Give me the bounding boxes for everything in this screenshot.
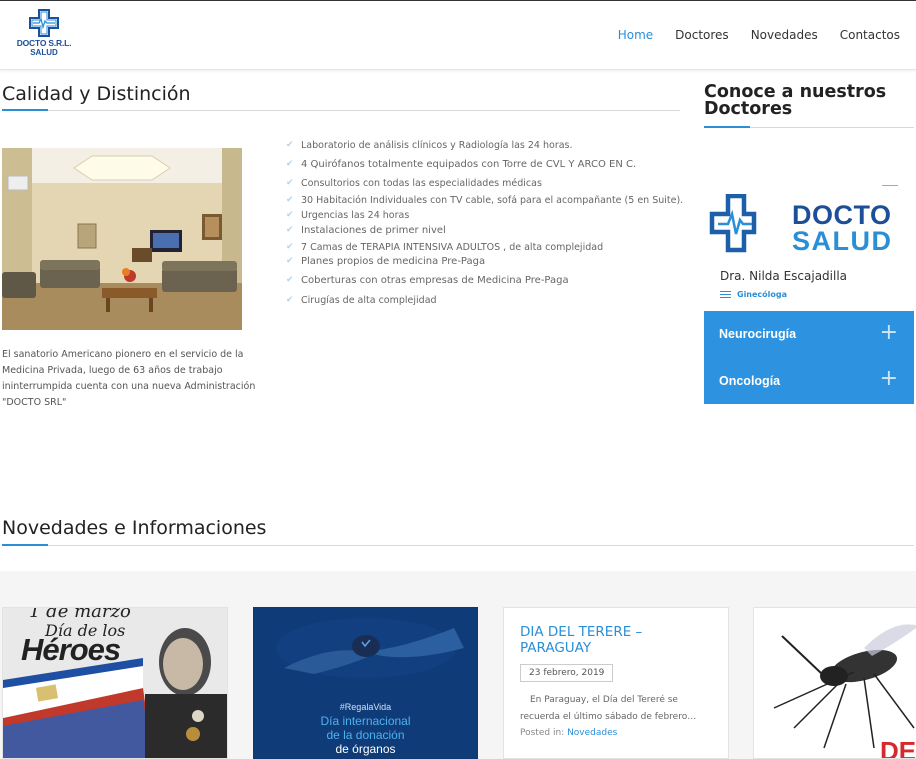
card-title[interactable]: DIA DEL TERERE – PARAGUAY	[520, 624, 712, 656]
nav-contactos[interactable]: Contactos	[840, 28, 900, 42]
feature-item: 4 Quirófanos totalmente equipados con To…	[286, 159, 686, 170]
docto-logo-bottom-text: SALUD	[792, 226, 893, 256]
news-card-organ-donation[interactable]: #RegalaVida Día internacional de la dona…	[253, 607, 478, 759]
doctor-specialty: Ginecóloga	[720, 290, 787, 299]
news-card-heroes[interactable]: 1 de marzo Día de los Héroes	[2, 607, 228, 759]
feature-item: 7 Camas de TERAPIA INTENSIVA ADULTOS , d…	[286, 242, 686, 253]
specialties-accordion: Neurocirugía + Oncología +	[704, 311, 914, 404]
feature-item: Instalaciones de primer nivel	[286, 225, 686, 236]
heroes-line1: 1 de marzo	[29, 607, 131, 622]
feature-item: Laboratorio de análisis clínicos y Radio…	[286, 140, 686, 151]
card-excerpt: En Paraguay, el Día del Tereré se recuer…	[520, 695, 697, 722]
nav-home[interactable]: Home	[618, 28, 653, 42]
doctors-section-title: Conoce a nuestros Doctores	[704, 82, 887, 119]
organ-line3: de órganos	[335, 742, 396, 756]
feature-item: Coberturas con otras empresas de Medicin…	[286, 275, 686, 286]
plus-icon[interactable]: +	[880, 322, 898, 344]
news-divider	[2, 545, 914, 546]
feature-item: Planes propios de medicina Pre-Paga	[286, 256, 686, 267]
intro-paragraph: El sanatorio Americano pionero en el ser…	[2, 349, 256, 408]
category-link[interactable]: Novedades	[567, 728, 617, 738]
list-icon	[720, 291, 731, 298]
section-divider	[2, 110, 680, 111]
features-list: Laboratorio de análisis clínicos y Radio…	[286, 140, 686, 306]
card-date: 23 febrero, 2019	[520, 664, 614, 682]
sanatorium-room-image	[2, 148, 242, 330]
organ-line1: Día internacional	[320, 714, 411, 728]
section-title-calidad: Calidad y Distinción	[2, 83, 191, 105]
dengue-partial-text: DE	[880, 736, 916, 759]
doctors-accent	[704, 126, 750, 128]
plus-icon[interactable]: +	[880, 368, 898, 390]
card-meta: Posted in: Novedades	[520, 728, 712, 738]
card-text: DIA DEL TERERE – PARAGUAY 23 febrero, 20…	[504, 608, 728, 738]
section-accent	[2, 109, 48, 111]
main-nav: Home Doctores Novedades Contactos	[618, 28, 900, 42]
docto-salud-logo: DOCTO SALUD	[708, 194, 908, 264]
organ-line2: de la donación	[326, 728, 405, 742]
posted-in-label: Posted in:	[520, 728, 565, 738]
doctor-specialty-label: Ginecóloga	[737, 290, 788, 299]
accordion-item-neurocirugia[interactable]: Neurocirugía	[719, 327, 796, 341]
feature-item: Consultorios con todas las especialidade…	[286, 178, 686, 189]
feature-item: Cirugías de alta complejidad	[286, 295, 686, 306]
organ-hashtag: #RegalaVida	[339, 702, 392, 712]
docto-logo[interactable]: DOCTO S.R.L. SALUD	[12, 9, 76, 63]
heroes-line3: Héroes	[21, 632, 121, 667]
medical-cross-icon	[29, 9, 59, 37]
site-header: DOCTO S.R.L. SALUD Home Doctores Novedad…	[0, 0, 916, 70]
news-card-terere[interactable]: DIA DEL TERERE – PARAGUAY 23 febrero, 20…	[503, 607, 729, 759]
news-accent	[2, 544, 48, 546]
nav-doctores[interactable]: Doctores	[675, 28, 729, 42]
nav-novedades[interactable]: Novedades	[751, 28, 818, 42]
carousel-indicator[interactable]	[882, 185, 898, 186]
accordion-item-oncologia[interactable]: Oncología	[719, 374, 780, 388]
feature-item: 30 Habitación Individuales con TV cable,…	[286, 195, 686, 206]
news-card-dengue[interactable]: DE	[753, 607, 916, 759]
feature-item: Urgencias las 24 horas	[286, 210, 686, 221]
logo-text-line1: DOCTO S.R.L.	[16, 38, 72, 48]
docto-logo-top-text: DOCTO	[792, 200, 892, 230]
logo-text-line2: SALUD	[30, 48, 58, 57]
doctor-name[interactable]: Dra. Nilda Escajadilla	[720, 269, 847, 283]
section-title-novedades: Novedades e Informaciones	[2, 517, 267, 539]
